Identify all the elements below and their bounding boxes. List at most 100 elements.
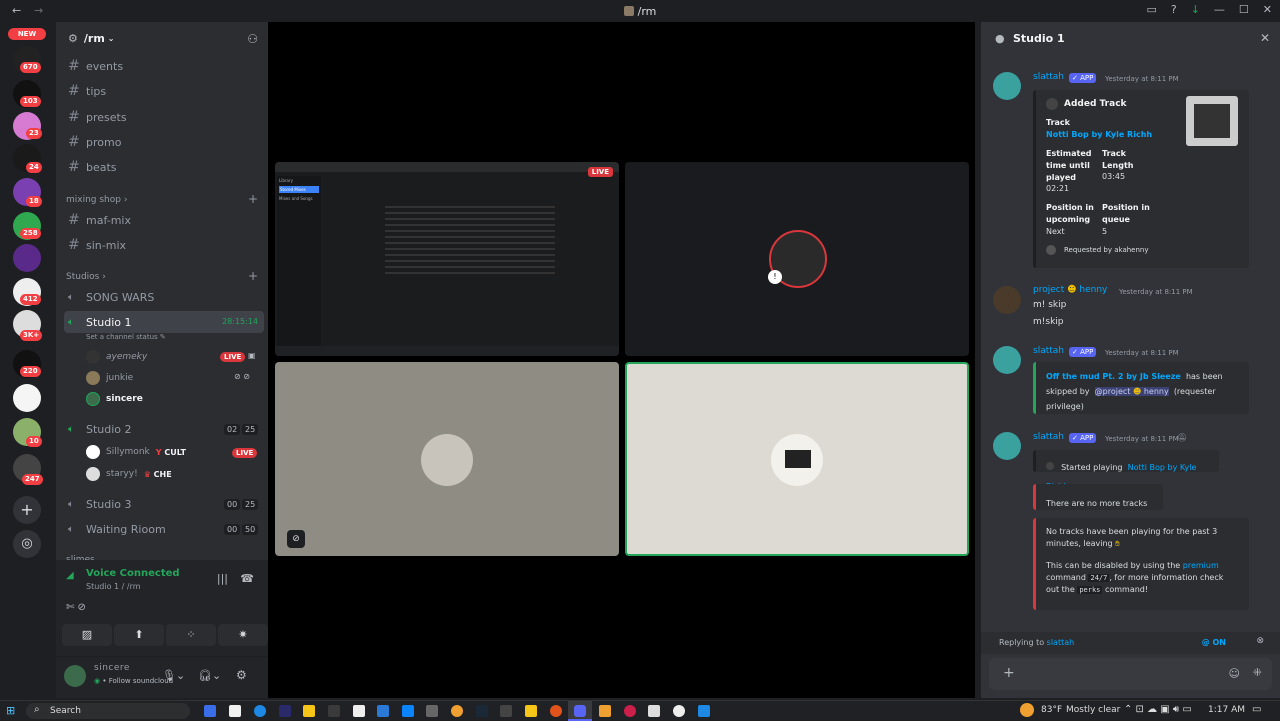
download-icon[interactable]: ↓ — [1191, 3, 1200, 16]
user-settings-gear-icon[interactable]: ⚙ — [236, 668, 247, 682]
voice-user[interactable]: sincere — [86, 390, 143, 408]
premium-link[interactable]: premium — [1183, 561, 1219, 570]
app-icon[interactable] — [624, 705, 636, 717]
microphone-icon[interactable]: 🎙︎⌄ — [162, 669, 185, 682]
message-author[interactable]: slattah — [1033, 72, 1064, 82]
minimize-button[interactable]: — — [1214, 3, 1225, 16]
channel-tips[interactable]: # tips — [64, 80, 264, 102]
add-channel-icon[interactable]: + — [248, 269, 258, 283]
chrome-icon[interactable] — [254, 705, 266, 717]
soundboard-button[interactable]: ✷ — [218, 624, 268, 646]
app-icon[interactable] — [377, 705, 389, 717]
add-server-icon[interactable]: + — [13, 496, 41, 524]
discover-icon[interactable]: ◎ — [13, 530, 41, 558]
clock[interactable]: 1:17 AM — [1208, 705, 1245, 715]
server-header[interactable]: ⚙ /rm ⌄ — [68, 32, 114, 45]
screen-share-button[interactable]: ⬆ — [114, 624, 164, 646]
channel-presets[interactable]: # presets — [64, 106, 264, 128]
camera-toggle-button[interactable]: ▨ — [62, 624, 112, 646]
app-icon[interactable] — [648, 705, 660, 717]
category-studios[interactable]: Studios › — [66, 272, 106, 282]
connection-signal-icon[interactable]: ◢ — [66, 570, 74, 581]
files-icon[interactable] — [229, 705, 241, 717]
track-thumbnail[interactable] — [1186, 96, 1238, 146]
voice-user[interactable]: ayemeky — [86, 348, 147, 366]
channel-sin-mix[interactable]: # sin-mix — [64, 234, 264, 256]
channel-maf-mix[interactable]: # maf-mix — [64, 209, 264, 231]
voice-user[interactable]: Sillymonk Y CULT — [86, 443, 186, 461]
app-icon[interactable] — [673, 705, 685, 717]
message-author[interactable]: slattah — [1033, 432, 1064, 442]
app-icon[interactable] — [328, 705, 340, 717]
user-mention[interactable]: @project ☻ henny — [1094, 387, 1169, 396]
weather-icon[interactable] — [1020, 703, 1034, 717]
channel-promo[interactable]: # promo — [64, 131, 264, 153]
video-icon: ▣ — [248, 351, 256, 360]
username[interactable]: sincere — [94, 663, 130, 673]
activities-button[interactable]: ⁘ — [166, 624, 216, 646]
app-icon[interactable] — [426, 705, 438, 717]
discord-taskbar-button[interactable] — [568, 701, 592, 721]
message-author[interactable]: project ☻ henny — [1033, 285, 1107, 295]
message-author[interactable]: slattah — [1033, 346, 1064, 356]
add-channel-icon[interactable]: + — [248, 192, 258, 206]
premiere-icon[interactable] — [279, 705, 291, 717]
participant-tile-speaking[interactable] — [625, 362, 969, 556]
app-icon[interactable] — [353, 705, 365, 717]
channel-status[interactable]: Set a channel status ✎ — [86, 333, 166, 341]
close-panel-icon[interactable]: ✕ — [1260, 31, 1270, 45]
server-icon[interactable] — [13, 244, 41, 272]
disconnect-icon[interactable]: ☎ — [240, 572, 254, 585]
channel-events[interactable]: # events — [64, 55, 264, 77]
notifications-icon[interactable]: ▭ — [1252, 704, 1261, 715]
add-attachment-icon[interactable]: + — [1003, 665, 1015, 681]
invite-people-icon[interactable]: ⚇ — [247, 32, 258, 46]
steam-icon[interactable] — [476, 705, 488, 717]
channel-beats[interactable]: # beats — [64, 156, 264, 178]
noise-suppression-icon[interactable]: ||| — [217, 572, 228, 585]
weather-description[interactable]: Mostly clear — [1066, 705, 1120, 715]
track-link[interactable]: Notti Bop by Kyle Richh — [1046, 130, 1152, 139]
app-icon[interactable] — [550, 705, 562, 717]
voice-location[interactable]: Studio 1 / /rm — [86, 582, 141, 591]
skipped-track-link[interactable]: Off the mud Pt. 2 by Jb Sleeze — [1046, 372, 1181, 381]
help-icon[interactable]: ? — [1171, 3, 1177, 16]
voice-channel-studio-1[interactable]: 🔈︎ Studio 1 28:15:14 — [64, 311, 264, 333]
server-icon[interactable] — [13, 384, 41, 412]
windows-start-icon[interactable]: ⊞ — [6, 704, 15, 717]
avatar[interactable] — [993, 72, 1021, 100]
new-badge[interactable]: NEW — [8, 28, 46, 40]
app-icon[interactable] — [599, 705, 611, 717]
app-icon[interactable] — [402, 705, 414, 717]
category-mixing-shop[interactable]: mixing shop › — [66, 195, 127, 205]
participant-tile[interactable]: ⊘ — [275, 362, 619, 556]
app-icon[interactable] — [500, 705, 512, 717]
mention-toggle[interactable]: @ ON — [1202, 638, 1226, 647]
screen-share-tile[interactable]: Library Stored Mixes Mixes and Songs LIV… — [275, 162, 619, 356]
app-icon[interactable] — [451, 705, 463, 717]
voice-status[interactable]: Voice Connected — [86, 568, 180, 579]
avatar[interactable] — [993, 432, 1021, 460]
message-input[interactable]: + ☺ ⁜ — [989, 658, 1272, 690]
voice-user[interactable]: junkie — [86, 369, 133, 387]
weather-temp[interactable]: 83°F — [1041, 705, 1062, 715]
avatar[interactable] — [993, 286, 1021, 314]
apps-icon[interactable]: ⁜ — [1253, 666, 1262, 679]
taskview-icon[interactable] — [204, 705, 216, 717]
maximize-button[interactable]: ☐ — [1239, 3, 1249, 16]
tray-icons[interactable]: ⌃ ⊡ ☁ ▣ 🔊︎ ▭ — [1124, 704, 1192, 715]
avatar[interactable] — [64, 665, 86, 687]
participant-tile[interactable]: ! — [625, 162, 969, 356]
search-box[interactable]: ⌕ Search — [26, 703, 190, 719]
close-window-button[interactable]: ✕ — [1263, 3, 1272, 16]
voice-channel-song-wars[interactable]: 🔈︎ SONG WARS — [64, 286, 264, 308]
voice-user[interactable]: staryy! ♛ CHE — [86, 465, 172, 483]
app-icon[interactable] — [698, 705, 710, 717]
headphones-icon[interactable]: 🎧︎⌄ — [198, 669, 221, 682]
inbox-icon[interactable]: ▭ — [1146, 3, 1156, 16]
avatar[interactable] — [993, 346, 1021, 374]
emoji-icon[interactable]: ☺ — [1229, 667, 1240, 680]
cancel-reply-icon[interactable]: ⊗ — [1256, 636, 1264, 646]
folder-icon[interactable] — [525, 705, 537, 717]
lock-app-icon[interactable] — [303, 705, 315, 717]
